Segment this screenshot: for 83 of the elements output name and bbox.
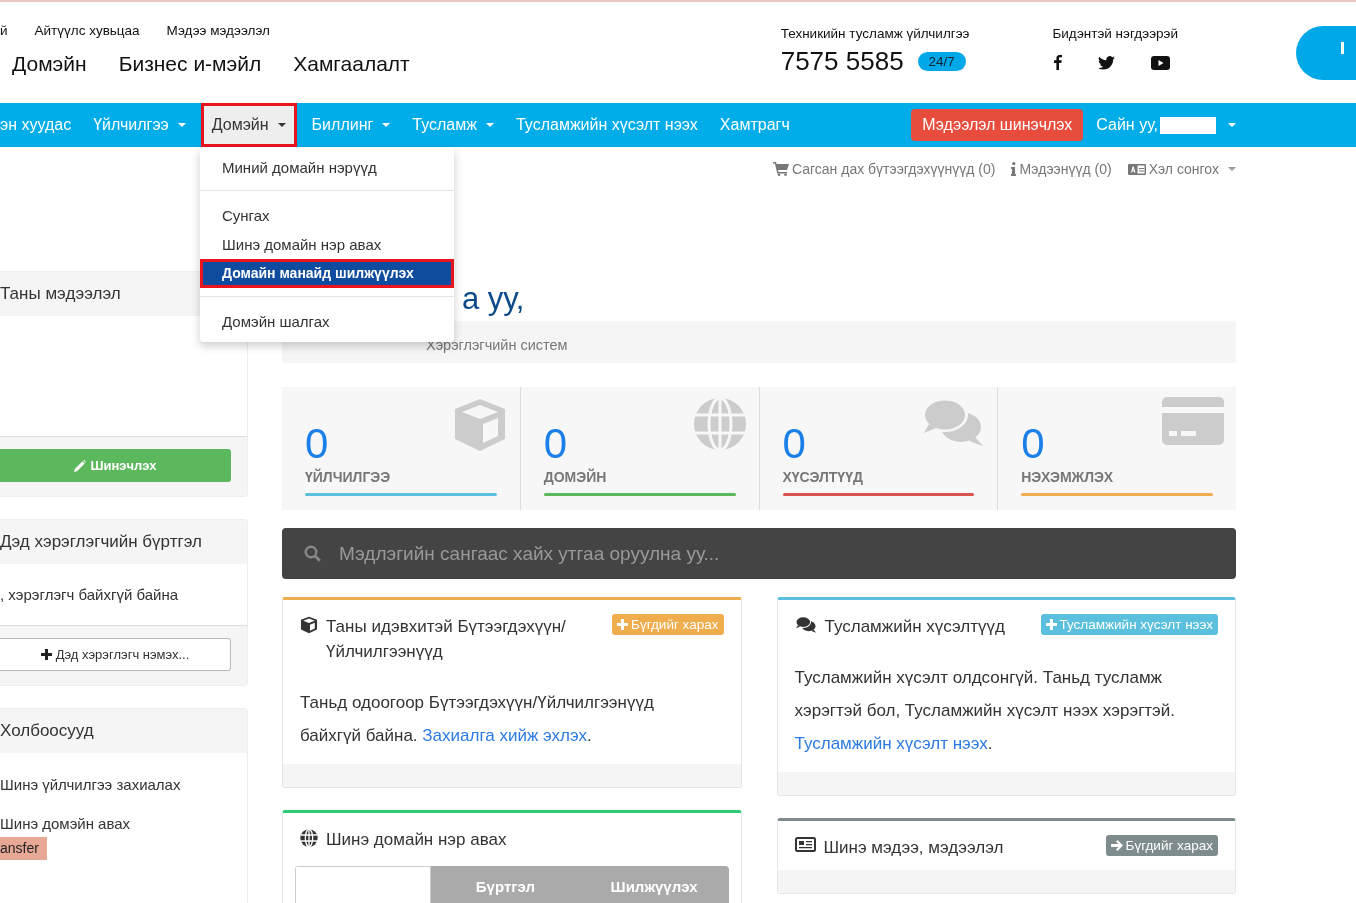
panel-title: Таны мэдээлэл	[0, 284, 121, 303]
utility-link[interactable]: Сагсан дах бүтээгдэхүүнүүд (0)	[772, 161, 996, 177]
stat-label: ХҮСЭЛТҮҮД	[782, 469, 864, 485]
dropdown-item[interactable]: Домэйн шалгах	[200, 307, 454, 336]
panel-message: Тусламжийн хүсэлт олдсонгүй. Таньд тусламж хэрэгтэй бол, Тусламжийн хүсэлт нээх хэрэгтэй. Тусламжийн хүсэлт нээх.	[793, 667, 1177, 755]
top-link[interactable]: Мэдээ мэдээлэл	[166, 23, 270, 38]
facebook-icon[interactable]	[1054, 55, 1063, 70]
sidebar-link[interactable]: Шинэ домэйн авах	[0, 815, 247, 832]
panel-link[interactable]: Захиалга хийж эхлэх	[422, 726, 587, 745]
panel-button[interactable]: Бүгдийг харах	[1105, 835, 1218, 856]
panel-title: Шинэ домайн нэр авах	[326, 829, 508, 851]
dropdown-item[interactable]: Миний домайн нэрүүд	[200, 153, 454, 182]
dropdown-item[interactable]: Домайн манайд шилжүүлэх	[200, 259, 454, 288]
info-icon	[1011, 162, 1017, 176]
support-label: Техникийн тусламж үйлчилгээ	[780, 26, 971, 41]
top-link[interactable]: Айтүүлс хувьцаа	[34, 23, 140, 38]
twitter-icon[interactable]	[1098, 55, 1116, 70]
youtube-icon[interactable]	[1151, 55, 1171, 70]
utility-link[interactable]: Мэдээнүүд (0)	[1011, 161, 1112, 177]
nav-item[interactable]: эн хуудас	[0, 103, 83, 147]
panel-title: Таны идэвхитэй Бүтээгдэхүүн/ Үйлчилгээнүүд	[326, 616, 567, 663]
top-link[interactable]: й	[0, 23, 8, 38]
stat-count: 0	[1021, 423, 1046, 465]
badge: ansfer	[0, 837, 47, 860]
stat-tile[interactable]: 0 НЭХЭМЖЛЭХ	[998, 387, 1236, 510]
newspaper-icon	[794, 837, 816, 852]
search-icon	[304, 545, 321, 562]
domain-tab[interactable]: Шилжүүлэх	[579, 866, 729, 903]
page-heading: а уу,	[462, 281, 526, 317]
stat-tile[interactable]: 0 ҮЙЛЧИЛГЭЭ	[282, 387, 521, 510]
panel-title: Холбоосууд	[0, 721, 94, 740]
language-icon	[1127, 163, 1146, 175]
stat-tile[interactable]: 0 ХҮСЭЛТҮҮД	[759, 387, 999, 510]
redacted-name	[1160, 116, 1216, 134]
social-label: Бидэнтэй нэгдээрэй	[1052, 26, 1179, 41]
nav-item[interactable]: Хамтрагч	[708, 103, 801, 147]
panel-link[interactable]: Тусламжийн хүсэлт нээх	[794, 734, 988, 753]
nav-item[interactable]: Тусламж	[401, 103, 505, 147]
empty-message: , хэрэглэгч байхгүй байна	[0, 586, 179, 603]
sidebar-link[interactable]: Шинэ үйлчилгээ захиалах	[0, 776, 247, 793]
plus-icon	[40, 649, 52, 660]
panel-title: Шинэ мэдээ, мэдээлэл	[823, 837, 1005, 859]
panel-title: Дэд хэрэглэгчийн бүртгэл	[0, 532, 202, 551]
utility-link[interactable]: Хэл сонгох	[1127, 161, 1236, 177]
main-menu-link[interactable]: Хамгаалалт	[293, 52, 410, 76]
pencil-icon	[74, 459, 87, 472]
update-info-button[interactable]: Мэдээлэл шинэчлэх	[911, 109, 1084, 141]
account-menu[interactable]: Сайн уу,	[1085, 103, 1356, 147]
dropdown-item[interactable]: Шинэ домайн нэр авах	[200, 230, 454, 259]
header-button[interactable]	[1296, 26, 1356, 80]
hours-badge: 24/7	[917, 52, 966, 71]
main-menu-link[interactable]: Бизнес и-мэйл	[118, 52, 262, 76]
nav-item[interactable]: Үйлчилгээ	[82, 103, 197, 147]
panel-message: Таньд одоогоор Бүтээгдэхүүн/Үйлчилгээнүүд байхгүй байна. Захиалга хийж эхлэх.	[299, 692, 655, 747]
stat-count: 0	[305, 423, 330, 465]
stat-count: 0	[543, 423, 569, 465]
stat-label: ДОМЭЙН	[543, 469, 608, 485]
globe-icon	[300, 829, 318, 847]
knowledgebase-search-field[interactable]: Мэдлэгийн сангаас хайх утгаа оруулна уу...	[282, 528, 1236, 579]
panel-title: Тусламжийн хүсэлтүүд	[824, 616, 1006, 638]
edit-button[interactable]: Шинэчлэх	[0, 449, 231, 482]
nav-item[interactable]: Домэйн	[200, 103, 297, 147]
plus-icon	[1045, 619, 1057, 630]
comments-icon	[794, 616, 817, 633]
nav-item[interactable]: Тусламжийн хүсэлт нээх	[504, 103, 709, 147]
nav-item[interactable]: Биллинг	[300, 103, 402, 147]
domain-tab[interactable]: Бүртгэл	[431, 866, 580, 903]
cube-icon	[300, 616, 318, 634]
breadcrumb-item: Хэрэглэгчийн систем	[426, 337, 568, 353]
cart-icon	[772, 162, 789, 176]
stat-label: ҮЙЛЧИЛГЭЭ	[305, 469, 392, 485]
arrow-right-icon	[1110, 840, 1123, 851]
phone-number: 7575 5585	[780, 46, 904, 77]
stat-count: 0	[782, 423, 807, 465]
stat-tile[interactable]: 0 ДОМЭЙН	[520, 387, 760, 510]
add-subaccount-button[interactable]: Дэд хэрэглэгч нэмэх...	[0, 638, 231, 671]
comments-icon	[921, 397, 986, 447]
main-menu-link[interactable]: Домэйн	[12, 52, 87, 76]
stat-label: НЭХЭМЖЛЭХ	[1021, 469, 1114, 485]
plus-icon	[617, 619, 629, 630]
globe-icon	[692, 397, 747, 451]
dropdown-item[interactable]: Сунгах	[200, 201, 454, 230]
credit-card-icon	[1162, 397, 1224, 445]
